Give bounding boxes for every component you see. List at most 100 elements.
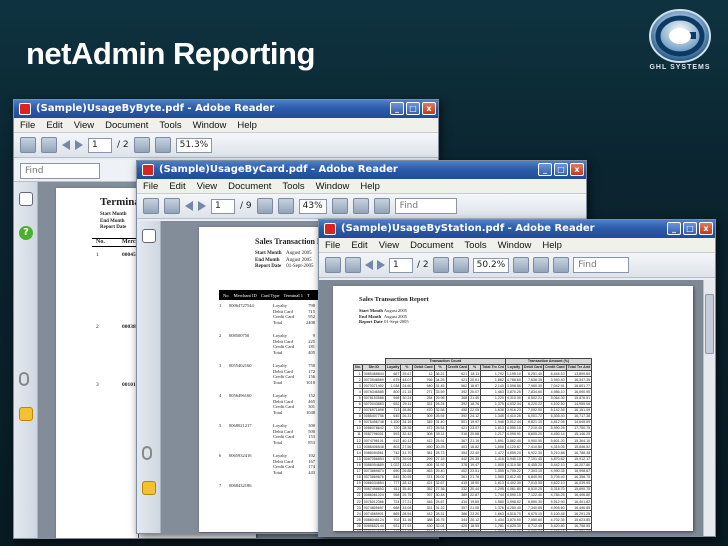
table-cell: 20.61 (468, 376, 482, 384)
previous-page-icon[interactable] (365, 260, 373, 270)
window-title: (Sample)UsageByStation.pdf - Adobe Reade… (341, 223, 595, 234)
attachments-icon[interactable] (142, 446, 152, 460)
minimize-button[interactable]: _ (390, 102, 404, 115)
continuous-page-icon[interactable] (373, 198, 390, 214)
menu-window[interactable]: Window (316, 179, 350, 193)
maximize-button[interactable]: □ (683, 222, 697, 235)
cell-card-type: Total (273, 379, 283, 385)
minimize-button[interactable]: _ (667, 222, 681, 235)
zoom-input[interactable]: 43% (298, 198, 327, 214)
window-title-bar[interactable]: (Sample)UsageByCard.pdf - Adobe Reader _… (137, 161, 586, 179)
table-cell: 20.07 (468, 388, 482, 396)
doc-title: Sales Transaction Report (359, 296, 429, 303)
attachments-icon[interactable] (19, 372, 29, 386)
fit-page-icon[interactable] (513, 257, 530, 273)
find-input[interactable]: Find (20, 163, 100, 179)
window-title-bar[interactable]: (Sample)UsageByByte.pdf - Adobe Reader _… (14, 100, 438, 118)
zoom-input[interactable]: 51.3% (175, 137, 213, 153)
maximize-button[interactable]: □ (554, 163, 568, 176)
email-icon[interactable] (41, 137, 57, 153)
pages-icon[interactable] (142, 229, 156, 243)
menu-document[interactable]: Document (228, 179, 271, 193)
email-icon[interactable] (345, 257, 361, 273)
table-cell: 27 (353, 528, 363, 531)
table-cell: 34.72 (400, 528, 414, 531)
table-cell: 4,090.91 (504, 431, 523, 439)
menu-view[interactable]: View (197, 179, 217, 193)
single-page-icon[interactable] (352, 198, 369, 214)
next-page-icon[interactable] (377, 260, 385, 270)
help-icon[interactable]: ? (19, 226, 33, 240)
window-title-bar[interactable]: (Sample)UsageByStation.pdf - Adobe Reade… (319, 220, 715, 238)
menu-view[interactable]: View (379, 238, 399, 252)
menu-help[interactable]: Help (542, 238, 562, 252)
table-cell: 26.02 (433, 473, 447, 481)
vertical-scrollbar[interactable] (703, 280, 715, 536)
column-header: Total Trx Cnt (480, 364, 506, 372)
table-cell: 31.45 (433, 382, 447, 390)
table-cell: 0078153588 (361, 394, 386, 402)
print-icon[interactable] (325, 257, 341, 273)
column-header: Debit Card (521, 364, 545, 372)
comments-icon[interactable] (142, 481, 156, 495)
menu-file[interactable]: File (143, 179, 158, 193)
table-cell: 18.90 (468, 479, 482, 487)
scrollbar-thumb[interactable] (705, 294, 714, 354)
previous-page-icon[interactable] (62, 140, 70, 150)
menu-help[interactable]: Help (360, 179, 380, 193)
menu-edit[interactable]: Edit (46, 118, 62, 132)
page-number-input[interactable]: 1 (211, 198, 235, 214)
menu-view[interactable]: View (74, 118, 94, 132)
next-page-icon[interactable] (198, 201, 206, 211)
email-icon[interactable] (164, 198, 180, 214)
menu-edit[interactable]: Edit (351, 238, 367, 252)
single-page-icon[interactable] (533, 257, 550, 273)
zoom-in-icon[interactable] (277, 198, 294, 214)
table-cell: 4,590.15 (504, 492, 523, 500)
adobe-reader-icon (324, 223, 336, 235)
zoom-out-icon[interactable] (133, 137, 150, 153)
pages-icon[interactable] (19, 192, 33, 206)
page-number-input[interactable]: 1 (389, 257, 413, 273)
continuous-page-icon[interactable] (553, 257, 570, 273)
doc-meta: Start Month End Month Report Date (100, 212, 130, 232)
previous-page-icon[interactable] (185, 201, 193, 211)
close-button[interactable]: x (570, 163, 584, 176)
menu-edit[interactable]: Edit (169, 179, 185, 193)
menu-help[interactable]: Help (237, 118, 257, 132)
maximize-button[interactable]: □ (406, 102, 420, 115)
menu-file[interactable]: File (325, 238, 340, 252)
table-cell: 16,250.25 (565, 528, 593, 531)
page-number-input[interactable]: 1 (88, 137, 112, 153)
find-input[interactable]: Find (573, 257, 630, 273)
menu-file[interactable]: File (20, 118, 35, 132)
cell-merchant-id: 0065932416 (229, 453, 252, 458)
column-header: Credit Card (445, 364, 470, 372)
print-icon[interactable] (143, 198, 159, 214)
menu-tools[interactable]: Tools (282, 179, 304, 193)
zoom-out-icon[interactable] (256, 198, 273, 214)
zoom-in-icon[interactable] (452, 257, 469, 273)
find-input[interactable]: Find (394, 198, 457, 214)
col-merchant-id: Merchant ID (233, 292, 257, 298)
fit-page-icon[interactable] (331, 198, 348, 214)
menu-document[interactable]: Document (410, 238, 453, 252)
menu-window[interactable]: Window (193, 118, 227, 132)
table-cell: 30.11 (433, 431, 447, 439)
table-cell: 18.76 (468, 400, 482, 408)
next-page-icon[interactable] (75, 140, 83, 150)
menu-document[interactable]: Document (105, 118, 148, 132)
menu-window[interactable]: Window (498, 238, 532, 252)
zoom-input[interactable]: 50.2% (472, 257, 510, 273)
minimize-button[interactable]: _ (538, 163, 552, 176)
print-icon[interactable] (20, 137, 36, 153)
reader-window-usage-by-station[interactable]: (Sample)UsageByStation.pdf - Adobe Reade… (318, 219, 716, 537)
menu-tools[interactable]: Tools (464, 238, 486, 252)
menu-tools[interactable]: Tools (159, 118, 181, 132)
zoom-out-icon[interactable] (432, 257, 449, 273)
close-button[interactable]: x (422, 102, 436, 115)
table-cell: 32.42 (400, 431, 414, 439)
comments-icon[interactable] (19, 407, 33, 421)
close-button[interactable]: x (699, 222, 713, 235)
zoom-in-icon[interactable] (154, 137, 171, 153)
